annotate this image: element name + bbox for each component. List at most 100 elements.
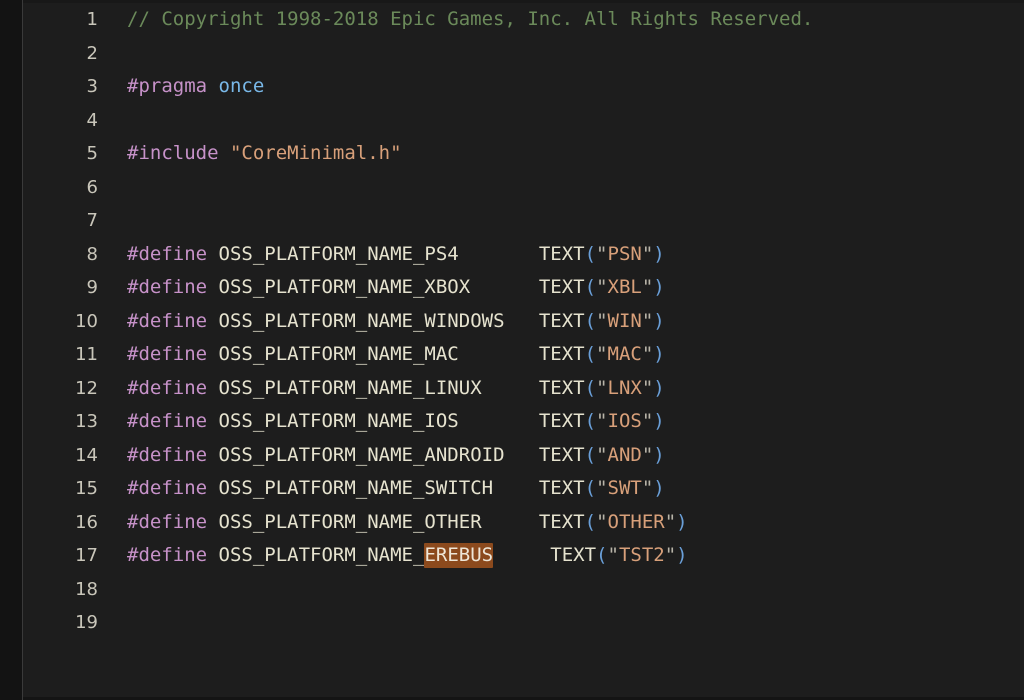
code-token: ( <box>584 242 597 265</box>
code-line[interactable]: 7 <box>23 204 1024 238</box>
code-token: #define <box>127 376 208 399</box>
code-token: #define <box>127 309 208 332</box>
code-token: #define <box>127 276 208 298</box>
code-line[interactable]: 8 #define OSS_PLATFORM_NAME_PS4 TEXT("PSN… <box>23 238 1024 272</box>
code-line[interactable]: 9 #define OSS_PLATFORM_NAME_XBOX TEXT("XB… <box>23 271 1024 305</box>
code-token: ) <box>653 343 665 365</box>
code-token: " <box>641 477 654 499</box>
code-line[interactable]: 11 #define OSS_PLATFORM_NAME_MAC TEXT("MA… <box>23 338 1024 372</box>
code-line[interactable]: 12 #define OSS_PLATFORM_NAME_LINUX TEXT("… <box>23 372 1024 406</box>
line-number: 13 <box>75 411 98 432</box>
code-token: OSS_PLATFORM_NAME_SWITCH <box>218 477 494 499</box>
line-content[interactable]: #define OSS_PLATFORM_NAME_ANDROID TEXT("… <box>127 439 665 473</box>
code-token: #define <box>127 343 208 365</box>
code-line[interactable]: 2 <box>23 37 1024 71</box>
code-token: ) <box>653 309 665 332</box>
code-line[interactable]: 6 <box>23 171 1024 205</box>
editor-left-gutter-strip <box>0 0 22 700</box>
code-line[interactable]: 19 <box>23 606 1024 640</box>
code-line[interactable]: 3 #pragma once <box>23 70 1024 104</box>
code-line[interactable]: 18 <box>23 573 1024 607</box>
code-token: "CoreMinimal.h" <box>229 142 402 164</box>
code-token: " <box>641 276 654 298</box>
code-token: " <box>607 544 619 566</box>
code-token: TEXT <box>538 309 585 332</box>
code-token: TEXT <box>538 477 585 499</box>
code-token: TEXT <box>538 343 585 365</box>
code-token: OSS_PLATFORM_NAME_IOS <box>218 410 459 432</box>
code-token: TEXT <box>538 510 585 533</box>
line-number: 19 <box>75 612 98 633</box>
code-token: OSS_PLATFORM_NAME_WINDOWS <box>218 309 505 332</box>
code-token: ( <box>584 343 597 365</box>
code-token: " <box>596 510 608 533</box>
code-line[interactable]: 10 #define OSS_PLATFORM_NAME_WINDOWS TEXT… <box>23 305 1024 339</box>
code-token: once <box>218 75 265 97</box>
line-content[interactable]: #define OSS_PLATFORM_NAME_LINUX TEXT("LN… <box>127 372 665 406</box>
code-line[interactable]: 17 #define OSS_PLATFORM_NAME_EREBUS TEXT(… <box>23 539 1024 573</box>
code-line[interactable]: 14 #define OSS_PLATFORM_NAME_ANDROID TEXT… <box>23 439 1024 473</box>
line-content[interactable]: #define OSS_PLATFORM_NAME_EREBUS TEXT("T… <box>127 539 688 573</box>
code-token: " <box>641 242 654 265</box>
code-token: ) <box>653 276 665 298</box>
code-token: OSS_PLATFORM_NAME_MAC <box>218 343 459 365</box>
code-token: " <box>641 376 654 399</box>
code-token: ) <box>653 410 665 432</box>
line-content[interactable]: // Copyright 1998-2018 Epic Games, Inc. … <box>127 3 813 37</box>
code-line[interactable]: 1 // Copyright 1998-2018 Epic Games, Inc.… <box>23 3 1024 37</box>
code-line[interactable]: 16 #define OSS_PLATFORM_NAME_OTHER TEXT("… <box>23 506 1024 540</box>
code-token: MAC <box>607 343 642 365</box>
line-number: 8 <box>86 243 98 265</box>
line-content[interactable]: #define OSS_PLATFORM_NAME_PS4 TEXT("PSN"… <box>127 238 665 272</box>
line-content[interactable]: #pragma once <box>127 70 264 104</box>
code-token: ( <box>584 376 597 399</box>
code-token: TEXT <box>538 276 585 298</box>
line-content[interactable]: #define OSS_PLATFORM_NAME_MAC TEXT("MAC"… <box>127 338 665 372</box>
code-token: OSS_PLATFORM_NAME_ <box>218 544 425 566</box>
line-content[interactable]: #define OSS_PLATFORM_NAME_OTHER TEXT("OT… <box>127 506 688 540</box>
line-content[interactable]: #define OSS_PLATFORM_NAME_XBOX TEXT("XBL… <box>127 271 665 305</box>
code-token: OSS_PLATFORM_NAME_XBOX <box>218 276 471 298</box>
code-token: ) <box>653 443 665 466</box>
code-line[interactable]: 13 #define OSS_PLATFORM_NAME_IOS TEXT("IO… <box>23 405 1024 439</box>
code-token: TEXT <box>538 376 585 399</box>
code-line[interactable]: 4 <box>23 104 1024 138</box>
code-token: #define <box>127 544 208 566</box>
highlighted-token[interactable]: EREBUS <box>424 543 494 568</box>
code-token: " <box>664 510 677 533</box>
line-number: 11 <box>75 344 98 365</box>
line-content[interactable]: #define OSS_PLATFORM_NAME_SWITCH TEXT("S… <box>127 472 665 506</box>
code-token: PSN <box>607 242 642 265</box>
code-line[interactable]: 15 #define OSS_PLATFORM_NAME_SWITCH TEXT(… <box>23 472 1024 506</box>
line-content[interactable]: #define OSS_PLATFORM_NAME_WINDOWS TEXT("… <box>127 305 665 339</box>
code-token: #define <box>127 443 208 466</box>
code-token: XBL <box>607 276 642 298</box>
line-number: 10 <box>75 310 98 332</box>
code-token: ( <box>584 477 597 499</box>
code-token: #define <box>127 410 208 432</box>
code-token: TEXT <box>538 410 585 432</box>
code-token: OSS_PLATFORM_NAME_LINUX <box>218 376 482 399</box>
code-text-area[interactable]: 1 // Copyright 1998-2018 Epic Games, Inc.… <box>23 3 1024 697</box>
code-token: " <box>596 309 608 332</box>
line-content[interactable]: #include "CoreMinimal.h" <box>127 137 402 171</box>
code-token: AND <box>607 443 642 466</box>
code-line[interactable]: 5 #include "CoreMinimal.h" <box>23 137 1024 171</box>
line-content[interactable]: #define OSS_PLATFORM_NAME_IOS TEXT("IOS"… <box>127 405 665 439</box>
